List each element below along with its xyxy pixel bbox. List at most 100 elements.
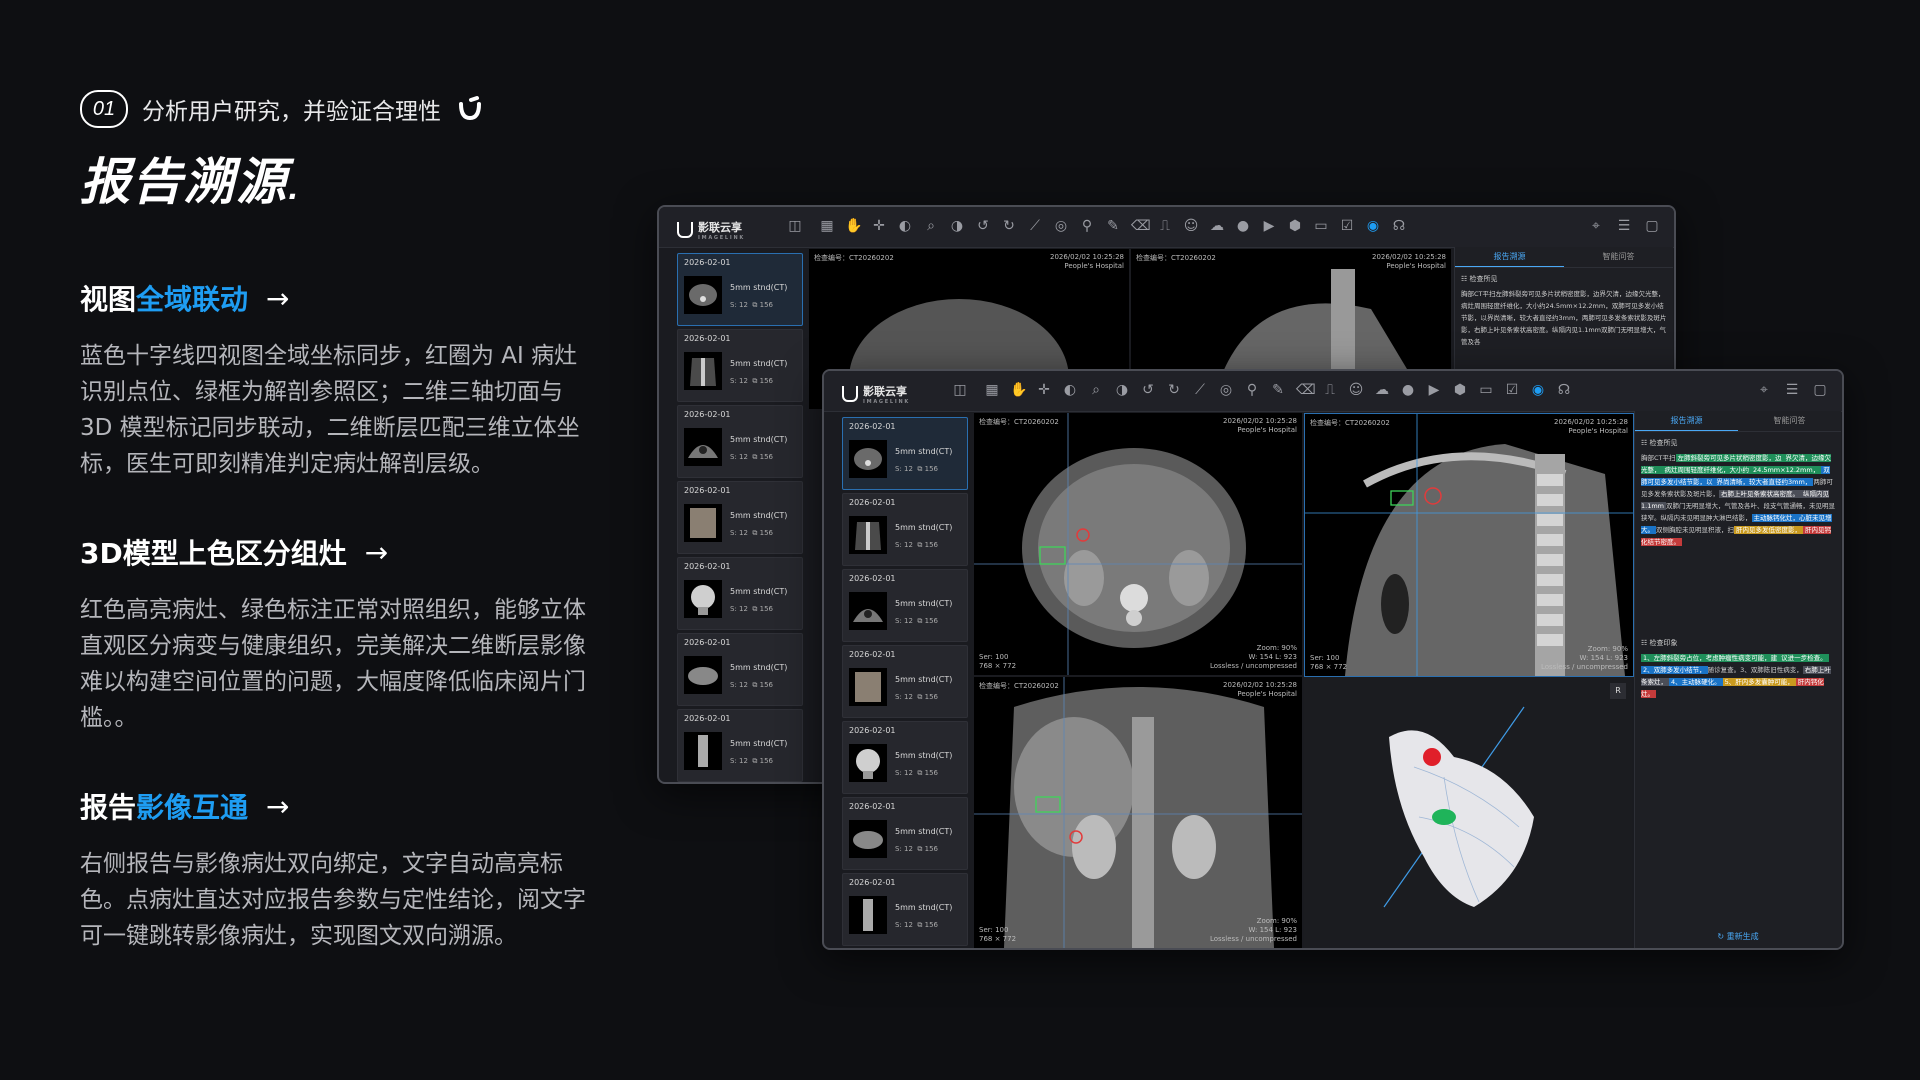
rotate-left-icon[interactable]: ↺ [975, 218, 991, 234]
fullscreen-icon[interactable]: ▢ [1644, 218, 1660, 234]
toolbar: 影联云享 I M A G E L I N K ◫ ▦ ✋ ✛ ◐ ⌕ ◑ ↺ ↻ … [824, 371, 1842, 412]
axial-ct-image [974, 413, 1302, 675]
series-item[interactable]: 2026-02-01 5mm stnd(CT) S: 12 ⧉ 156 [842, 569, 968, 642]
series-item[interactable]: 2026-02-01 5mm stnd(CT) S: 12 ⧉ 156 [677, 481, 803, 554]
rotate-right-icon[interactable]: ↻ [1166, 382, 1182, 398]
grid-layout-icon[interactable]: ▦ [984, 382, 1000, 398]
brand-mark-icon [459, 96, 481, 121]
regenerate-button[interactable]: ↻ 重新生成 [1635, 931, 1841, 942]
tag-icon[interactable]: ⌖ [1756, 382, 1772, 398]
clipboard-icon[interactable]: ☑ [1504, 382, 1520, 398]
section-body: 红色高亮病灶、绿色标注正常对照组织，能够立体直观区分病变与健康组织，完美解决二维… [80, 597, 586, 731]
thumbnail [849, 896, 887, 934]
cube-icon[interactable]: ⬢ [1452, 382, 1468, 398]
findings-text[interactable]: 胸部CT平扫左肺斜裂旁可见多片状稍密度影，边界欠清，边缘欠光整，病灶周围轻度纤维… [1641, 452, 1835, 548]
thumbnail [849, 668, 887, 706]
step-label: 分析用户研究，并验证合理性 [142, 99, 441, 125]
series-item[interactable]: 2026-02-01 5mm stnd(CT) S: 12 ⧉ 156 [842, 493, 968, 566]
viewport-sagittal[interactable]: 检查编号：CT20260202 2026/02/02 10:25:28 Peopl… [1304, 413, 1634, 677]
play-icon[interactable]: ▶ [1261, 218, 1277, 234]
annotate-icon[interactable]: ✎ [1105, 218, 1121, 234]
series-item[interactable]: 2026-02-01 5mm stnd(CT) S: 12 ⧉ 156 [677, 253, 803, 326]
filter-icon[interactable]: ☰ [1616, 218, 1632, 234]
fullscreen-icon[interactable]: ▢ [1812, 382, 1828, 398]
viewport-axial[interactable]: 检查编号：CT20260202 2026/02/02 10:25:28 Peopl… [974, 413, 1302, 675]
ruler-icon[interactable]: ⟋ [1027, 218, 1043, 234]
series-item[interactable]: 2026-02-01 5mm stnd(CT) S: 12 ⧉ 156 [842, 417, 968, 490]
series-item[interactable]: 2026-02-01 5mm stnd(CT) S: 12 ⧉ 156 [842, 873, 968, 946]
eraser-icon[interactable]: ⌫ [1296, 382, 1316, 398]
mask-icon[interactable]: ▭ [1313, 218, 1329, 234]
tab-report-trace[interactable]: 报告溯源 [1635, 411, 1738, 431]
step-header: 01 分析用户研究，并验证合理性 [80, 90, 600, 128]
move-icon[interactable]: ✛ [871, 218, 887, 234]
rotate-right-icon[interactable]: ↻ [1001, 218, 1017, 234]
zoom-icon[interactable]: ⌕ [1088, 382, 1104, 398]
pin-icon[interactable]: ⚲ [1244, 382, 1260, 398]
thumbnail [684, 428, 722, 466]
person-icon[interactable]: ☺ [1348, 382, 1364, 398]
layout-toggle-icon[interactable]: ◫ [952, 382, 968, 398]
roi-icon[interactable]: ◎ [1218, 382, 1234, 398]
findings-title: ☷ 检查所见 [1641, 439, 1678, 447]
series-item[interactable]: 2026-02-01 5mm stnd(CT) S: 12 ⧉ 156 [677, 709, 803, 782]
series-item[interactable]: 2026-02-01 5mm stnd(CT) S: 12 ⧉ 156 [677, 405, 803, 478]
ai-trace-icon[interactable]: ◉ [1530, 382, 1546, 398]
thumbnail [849, 440, 887, 478]
series-item[interactable]: 2026-02-01 5mm stnd(CT) S: 12 ⧉ 156 [842, 721, 968, 794]
chat-icon[interactable]: ☊ [1391, 218, 1407, 234]
tab-smart-qa[interactable]: 智能问答 [1738, 411, 1841, 431]
ai-trace-icon[interactable]: ◉ [1365, 218, 1381, 234]
clipboard-icon[interactable]: ☑ [1339, 218, 1355, 234]
cloud-icon[interactable]: ☁ [1374, 382, 1390, 398]
sphere-icon[interactable]: ● [1235, 218, 1251, 234]
hand-icon[interactable]: ✋ [845, 218, 862, 234]
thumbnail [684, 656, 722, 694]
stamp-icon[interactable]: ⎍ [1322, 382, 1338, 398]
move-icon[interactable]: ✛ [1036, 382, 1052, 398]
chat-icon[interactable]: ☊ [1556, 382, 1572, 398]
findings-text[interactable]: 胸部CT平扫左肺斜裂旁可见多片状稍密度影，边界欠清，边缘欠光整，病灶周围轻度纤维… [1461, 288, 1667, 348]
eraser-icon[interactable]: ⌫ [1131, 218, 1151, 234]
zoom-icon[interactable]: ⌕ [923, 218, 939, 234]
tab-report-trace[interactable]: 报告溯源 [1455, 247, 1564, 267]
annotate-icon[interactable]: ✎ [1270, 382, 1286, 398]
rotate-left-icon[interactable]: ↺ [1140, 382, 1156, 398]
series-item[interactable]: 2026-02-01 5mm stnd(CT) S: 12 ⧉ 156 [842, 797, 968, 870]
section-3d-color: 3D模型上色区分组灶 → 红色高亮病灶、绿色标注正常对照组织，能够立体直观区分病变… [80, 532, 600, 736]
viewport-coronal[interactable]: 检查编号：CT20260202 2026/02/02 10:25:28 Peopl… [974, 677, 1302, 948]
cube-icon[interactable]: ⬢ [1287, 218, 1303, 234]
roi-icon[interactable]: ◎ [1053, 218, 1069, 234]
tag-icon[interactable]: ⌖ [1588, 218, 1604, 234]
window-level-icon[interactable]: ◐ [1062, 382, 1078, 398]
pin-icon[interactable]: ⚲ [1079, 218, 1095, 234]
coronal-ct-image [974, 677, 1302, 948]
series-item[interactable]: 2026-02-01 5mm stnd(CT) S: 12 ⧉ 156 [677, 329, 803, 402]
series-item[interactable]: 2026-02-01 5mm stnd(CT) S: 12 ⧉ 156 [677, 557, 803, 630]
filter-icon[interactable]: ☰ [1784, 382, 1800, 398]
impression-text[interactable]: 1、左肺斜裂旁占位，考虑肿瘤性病变可能，建 议进一步检查。2、双肺多发小结节， 随诊… [1641, 652, 1835, 700]
window-level-icon[interactable]: ◐ [897, 218, 913, 234]
mask-icon[interactable]: ▭ [1478, 382, 1494, 398]
layout-toggle-icon[interactable]: ◫ [787, 218, 803, 234]
cloud-icon[interactable]: ☁ [1209, 218, 1225, 234]
arrow-right-icon: → [266, 281, 290, 315]
grid-layout-icon[interactable]: ▦ [819, 218, 835, 234]
step-number: 01 [80, 90, 128, 128]
sphere-icon[interactable]: ● [1400, 382, 1416, 398]
thumbnail [684, 580, 722, 618]
invert-icon[interactable]: ◑ [949, 218, 965, 234]
invert-icon[interactable]: ◑ [1114, 382, 1130, 398]
hand-icon[interactable]: ✋ [1010, 382, 1027, 398]
thumbnail [684, 352, 722, 390]
series-item[interactable]: 2026-02-01 5mm stnd(CT) S: 12 ⧉ 156 [677, 633, 803, 706]
app-logo: 影联云享 I M A G E L I N K [842, 383, 908, 405]
viewport-3d[interactable]: R [1304, 677, 1632, 948]
stamp-icon[interactable]: ⎍ [1157, 218, 1173, 234]
report-panel: 报告溯源智能问答 ☷ 检查所见 胸部CT平扫左肺斜裂旁可见多片状稍密度影，边界欠… [1634, 411, 1841, 948]
series-item[interactable]: 2026-02-01 5mm stnd(CT) S: 12 ⧉ 156 [842, 645, 968, 718]
ruler-icon[interactable]: ⟋ [1192, 382, 1208, 398]
play-icon[interactable]: ▶ [1426, 382, 1442, 398]
person-icon[interactable]: ☺ [1183, 218, 1199, 234]
tab-smart-qa[interactable]: 智能问答 [1564, 247, 1673, 267]
